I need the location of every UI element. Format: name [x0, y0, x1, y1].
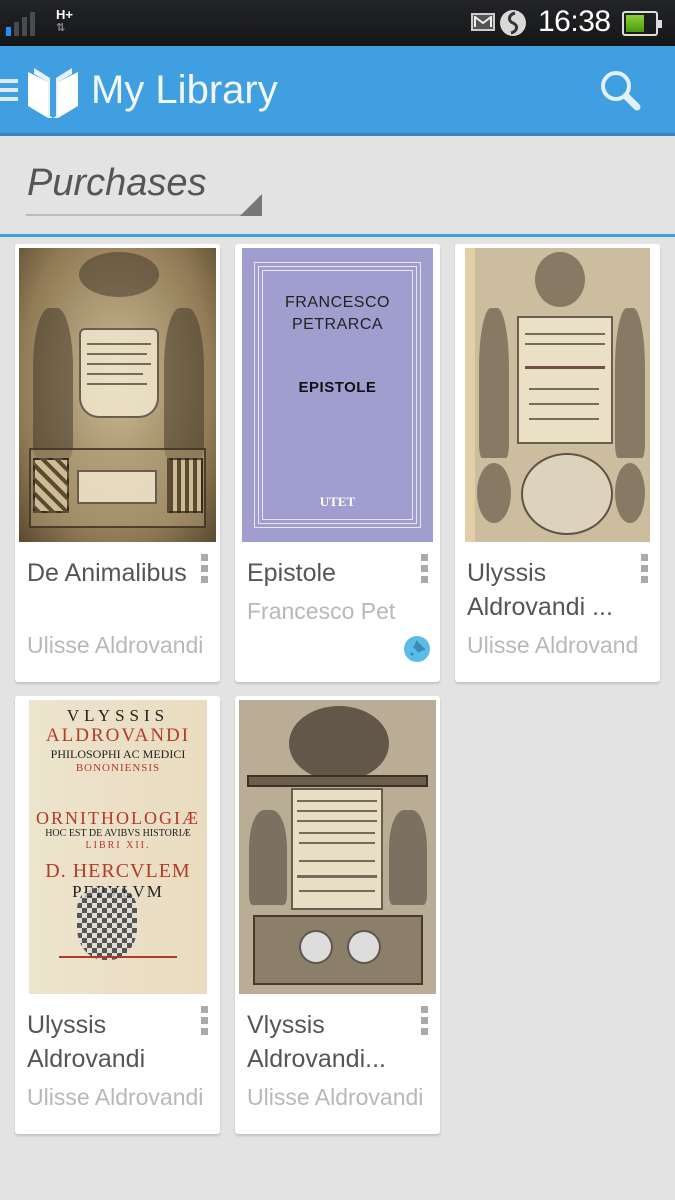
app-title: My Library	[91, 68, 278, 112]
network-type-label: H+	[56, 7, 73, 22]
overflow-menu-icon[interactable]	[197, 1006, 211, 1036]
cover-author: FRANCESCO PETRARCA	[285, 294, 390, 333]
battery-icon	[622, 11, 662, 36]
network-type-indicator: H+ ⇅	[56, 7, 76, 37]
battery-level-fill	[626, 15, 644, 32]
signal-icon	[6, 12, 40, 36]
search-icon[interactable]	[595, 66, 651, 116]
cover-publisher: UTET	[319, 494, 356, 509]
book-cover[interactable]	[239, 700, 436, 994]
collection-filter-value: Purchases	[27, 162, 207, 204]
dropdown-underline	[26, 214, 262, 216]
overflow-menu-icon[interactable]	[417, 1006, 431, 1036]
clock: 16:38	[538, 5, 611, 38]
book-cover[interactable]: VLYSSIS ALDROVANDI PHILOSOPHI AC MEDICI …	[29, 700, 207, 994]
status-bar: H+ ⇅ 16:38	[0, 0, 675, 46]
book-card[interactable]: VLYSSIS ALDROVANDI PHILOSOPHI AC MEDICI …	[15, 696, 220, 1134]
collection-filter-dropdown[interactable]: Purchases	[26, 158, 262, 218]
header-divider	[0, 234, 675, 237]
data-arrows-icon: ⇅	[56, 22, 65, 34]
pin-icon	[404, 636, 430, 662]
cover-title: EPISTOLE	[298, 379, 377, 396]
book-author: Francesco Pet	[247, 598, 396, 624]
app-bar: My Library	[0, 46, 675, 136]
book-cover[interactable]: FRANCESCO PETRARCA EPISTOLE UTET	[242, 248, 433, 542]
book-title: De Animalibus	[27, 559, 187, 587]
book-author: Ulisse Aldrovandi	[27, 1084, 204, 1110]
book-title: Vlyssis Aldrovandi...	[247, 1011, 386, 1073]
book-author: Ulisse Aldrovandi	[27, 632, 204, 658]
overflow-menu-icon[interactable]	[197, 554, 211, 584]
sync-icon	[500, 10, 526, 36]
book-card[interactable]: Vlyssis Aldrovandi... Ulisse Aldrovandi	[235, 696, 440, 1134]
book-title: Ulyssis Aldrovandi	[27, 1011, 146, 1073]
book-title: Epistole	[247, 559, 336, 587]
dropdown-triangle-icon	[240, 194, 262, 216]
gmail-icon	[471, 13, 495, 31]
book-card[interactable]: FRANCESCO PETRARCA EPISTOLE UTET Epistol…	[235, 244, 440, 682]
menu-icon[interactable]	[0, 79, 18, 101]
book-title: Ulyssis Aldrovandi ...	[467, 559, 613, 621]
book-author: Ulisse Aldrovandi	[247, 1084, 424, 1110]
book-card[interactable]: De Animalibus Ulisse Aldrovandi	[15, 244, 220, 682]
overflow-menu-icon[interactable]	[637, 554, 651, 584]
overflow-menu-icon[interactable]	[417, 554, 431, 584]
book-author: Ulisse Aldrovand	[467, 632, 639, 658]
book-card[interactable]: Ulyssis Aldrovandi ... Ulisse Aldrovand	[455, 244, 660, 682]
book-cover[interactable]	[465, 248, 650, 542]
book-cover[interactable]	[19, 248, 216, 542]
library-logo-icon[interactable]	[26, 66, 80, 120]
